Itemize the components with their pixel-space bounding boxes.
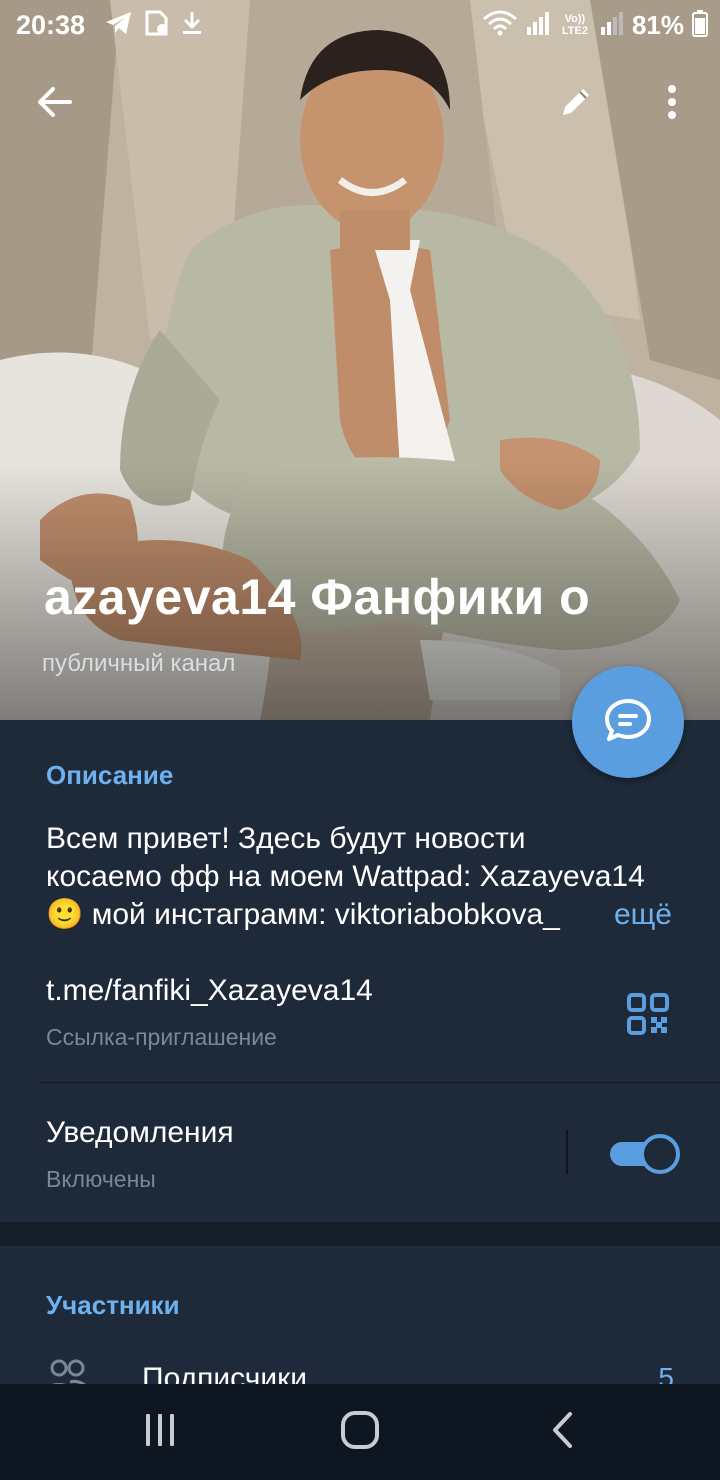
system-icons: Vo)) LTE2 81% [482, 9, 708, 42]
status-time: 20:38 [16, 10, 86, 40]
system-back-button[interactable] [534, 1408, 590, 1456]
invite-link-caption: Ссылка-приглашение [46, 1024, 277, 1050]
recents-button[interactable] [132, 1408, 188, 1456]
battery-icon [692, 9, 708, 42]
chevron-left-icon [550, 1410, 574, 1455]
signal-icon [526, 9, 550, 42]
invite-link-row[interactable]: t.me/fanfiki_Xazayeva14 Ссылка-приглашен… [0, 968, 720, 1078]
battery-percent: 81% [631, 9, 684, 40]
telegram-icon [104, 9, 134, 42]
channel-type-label: публичный канал [42, 650, 236, 677]
volte-signal-icon: Vo)) LTE2 [561, 13, 588, 37]
description-line: косаемо фф на моем Wattpad: Xazayeva14 [46, 860, 645, 893]
back-button[interactable] [22, 72, 86, 136]
description-header: Описание [46, 760, 174, 790]
subscribers-row[interactable]: Подписчики 5 [0, 1354, 720, 1386]
channel-title: azayeva14 Фанфики о [44, 569, 591, 625]
recents-icon [142, 1412, 178, 1453]
description-line: 🙂 мой инстаграмм: viktoriabobkova_ ещё [46, 896, 676, 934]
show-more-link[interactable]: ещё [585, 896, 672, 934]
arrow-left-icon [36, 86, 72, 123]
notifications-row[interactable]: Уведомления Включены [0, 1110, 720, 1210]
vertical-separator [566, 1130, 568, 1174]
users-icon [44, 1358, 90, 1386]
notification-icons [104, 10, 204, 40]
sim-card-icon [144, 9, 170, 42]
discuss-button[interactable] [572, 666, 684, 778]
channel-info-section: Описание Всем привет! Здесь будут новост… [0, 720, 720, 1222]
signal-icon-2 [600, 9, 624, 42]
description-line: Всем привет! Здесь будут новости [46, 822, 526, 855]
pencil-icon [559, 85, 593, 124]
description-line-text: 🙂 мой инстаграмм: viktoriabobkova_ [46, 898, 560, 931]
system-navigation-bar [0, 1384, 720, 1480]
home-button[interactable] [332, 1408, 388, 1456]
wifi-icon [482, 9, 518, 42]
status-bar: 20:38 Vo)) LTE2 81% [0, 0, 720, 52]
notifications-title: Уведомления [46, 1116, 234, 1149]
qr-code-icon [626, 993, 670, 1040]
subscribers-label: Подписчики [142, 1362, 308, 1386]
invite-link[interactable]: t.me/fanfiki_Xazayeva14 [46, 974, 373, 1008]
home-icon [340, 1410, 380, 1455]
dots-vertical-icon [667, 84, 677, 124]
subscribers-count: 5 [658, 1362, 674, 1386]
chat-bubble-icon [603, 697, 653, 748]
edit-channel-button[interactable] [544, 72, 608, 136]
notifications-status: Включены [46, 1166, 156, 1192]
members-header: Участники [46, 1290, 180, 1320]
channel-description[interactable]: Всем привет! Здесь будут новости косаемо… [46, 820, 676, 934]
divider [40, 1082, 720, 1083]
download-icon [180, 9, 204, 42]
section-gap [0, 1222, 720, 1246]
toggle-thumb [640, 1134, 680, 1174]
members-section: Участники Подписчики 5 [0, 1246, 720, 1386]
more-options-button[interactable] [640, 72, 704, 136]
notifications-toggle[interactable] [610, 1134, 680, 1174]
qr-code-button[interactable] [626, 992, 670, 1036]
